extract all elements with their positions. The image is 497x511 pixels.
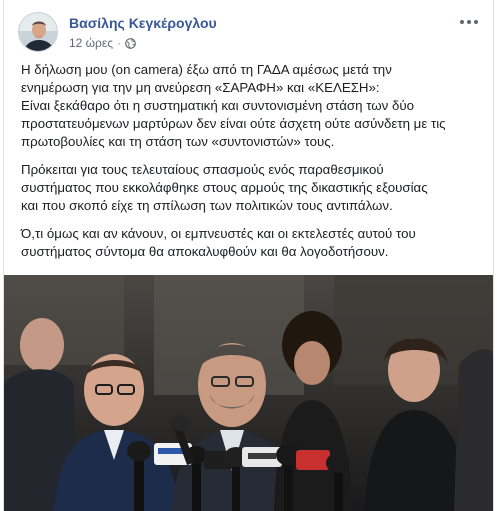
more-options-icon[interactable]: [457, 12, 481, 32]
post-line: Ό,τι όμως και αν κάνουν, οι εμπνευστές κ…: [21, 226, 416, 241]
author-avatar[interactable]: [18, 12, 58, 52]
post-line: Είναι ξεκάθαρο ότι η συστηματική και συν…: [21, 98, 415, 113]
post-line: Η δήλωση μου (on camera) έξω από τη ΓΑΔΑ…: [21, 62, 392, 77]
post-line: Πρόκειται για τους τελευταίους σπασμούς …: [21, 162, 384, 177]
post-line: και που σκοπό είχε τη σπίλωση των πολιτι…: [21, 198, 393, 213]
post-line: ενημέρωση για την μη ανεύρεση «ΣΑΡΑΦΗ» κ…: [21, 80, 380, 95]
author-name[interactable]: Βασίλης Κεγκέρογλου: [69, 15, 217, 31]
post-paragraph: Πρόκειται για τους τελευταίους σπασμούς …: [21, 161, 481, 215]
post-line: συστήματος σύντομα θα αποκαλυφθούν και θ…: [21, 244, 389, 259]
post-line: προστατευόμενων μαρτύρων δεν είναι ούτε …: [21, 116, 446, 131]
meta-separator: ·: [117, 36, 122, 50]
facebook-post-card: Βασίλης Κεγκέρογλου 12 ώρες · Η δήλωση μ…: [3, 0, 494, 511]
post-line: συστήματος που εκκολάφθηκε στους αρμούς …: [21, 180, 428, 195]
post-header: Βασίλης Κεγκέρογλου 12 ώρες ·: [4, 0, 493, 60]
post-paragraph: Ό,τι όμως και αν κάνουν, οι εμπνευστές κ…: [21, 225, 481, 261]
post-message: Η δήλωση μου (on camera) έξω από τη ΓΑΔΑ…: [21, 61, 481, 271]
post-meta: 12 ώρες ·: [69, 36, 136, 50]
post-timestamp[interactable]: 12 ώρες: [69, 36, 113, 50]
post-line: πρωτοβουλίες και τη στάση των «συντονιστ…: [21, 134, 335, 149]
post-paragraph: Η δήλωση μου (on camera) έξω από τη ΓΑΔΑ…: [21, 61, 481, 151]
post-photo[interactable]: [4, 275, 493, 511]
globe-icon[interactable]: [125, 37, 136, 49]
